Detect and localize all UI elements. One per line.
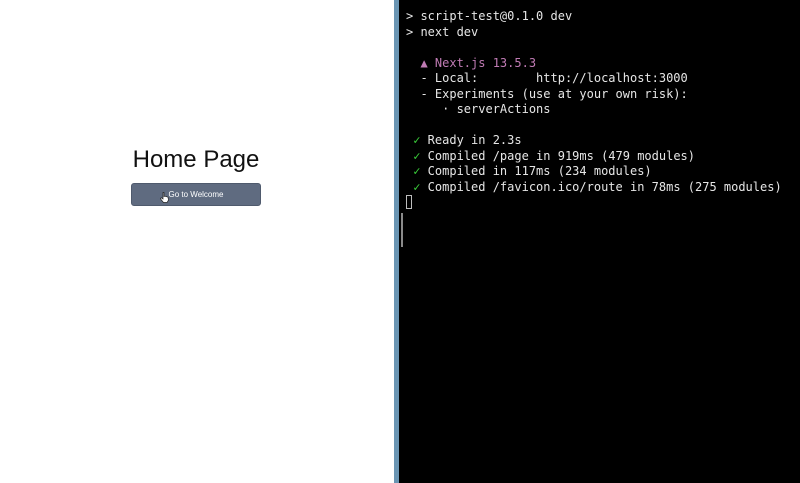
terminal-scroll-indicator bbox=[401, 213, 403, 247]
screen: Home Page Go to Welcome > script-test@0.… bbox=[0, 0, 800, 483]
nextjs-version-text: ▲ Next.js 13.5.3 bbox=[420, 55, 537, 70]
terminal-prompt-line[interactable] bbox=[406, 195, 800, 211]
button-label: Go to Welcome bbox=[168, 190, 224, 199]
terminal-line-local-url: - Local: http://localhost:3000 bbox=[406, 71, 688, 85]
check-icon: ✓ bbox=[406, 179, 421, 194]
terminal-line-server-actions: · serverActions bbox=[406, 102, 551, 116]
terminal[interactable]: > script-test@0.1.0 dev > next dev ▲ Nex… bbox=[399, 0, 800, 483]
browser-pane: Home Page Go to Welcome bbox=[0, 0, 394, 483]
terminal-cursor bbox=[406, 195, 412, 209]
terminal-line-nextjs-version: ▲ Next.js 13.5.3 bbox=[406, 56, 800, 72]
terminal-line-ready: ✓ Ready in 2.3s bbox=[406, 133, 522, 147]
check-icon: ✓ bbox=[406, 148, 421, 163]
go-to-welcome-button[interactable]: Go to Welcome bbox=[131, 183, 261, 206]
check-icon: ✓ bbox=[406, 164, 421, 178]
terminal-line-script: > script-test@0.1.0 dev bbox=[406, 9, 573, 23]
page-title: Home Page bbox=[132, 146, 260, 173]
terminal-line-command: > next dev bbox=[406, 24, 479, 39]
hand-pointer-icon bbox=[160, 192, 169, 203]
terminal-line-compiled-favicon: ✓ Compiled /favicon.ico/route in 78ms (2… bbox=[406, 179, 782, 194]
terminal-line-compiled: ✓ Compiled in 117ms (234 modules) bbox=[406, 164, 652, 178]
terminal-line-compiled-page: ✓ Compiled /page in 919ms (479 modules) bbox=[406, 148, 695, 163]
page-content: Home Page Go to Welcome bbox=[131, 144, 261, 206]
terminal-line-experiments: - Experiments (use at your own risk): bbox=[406, 86, 688, 101]
check-icon: ✓ bbox=[406, 133, 421, 147]
